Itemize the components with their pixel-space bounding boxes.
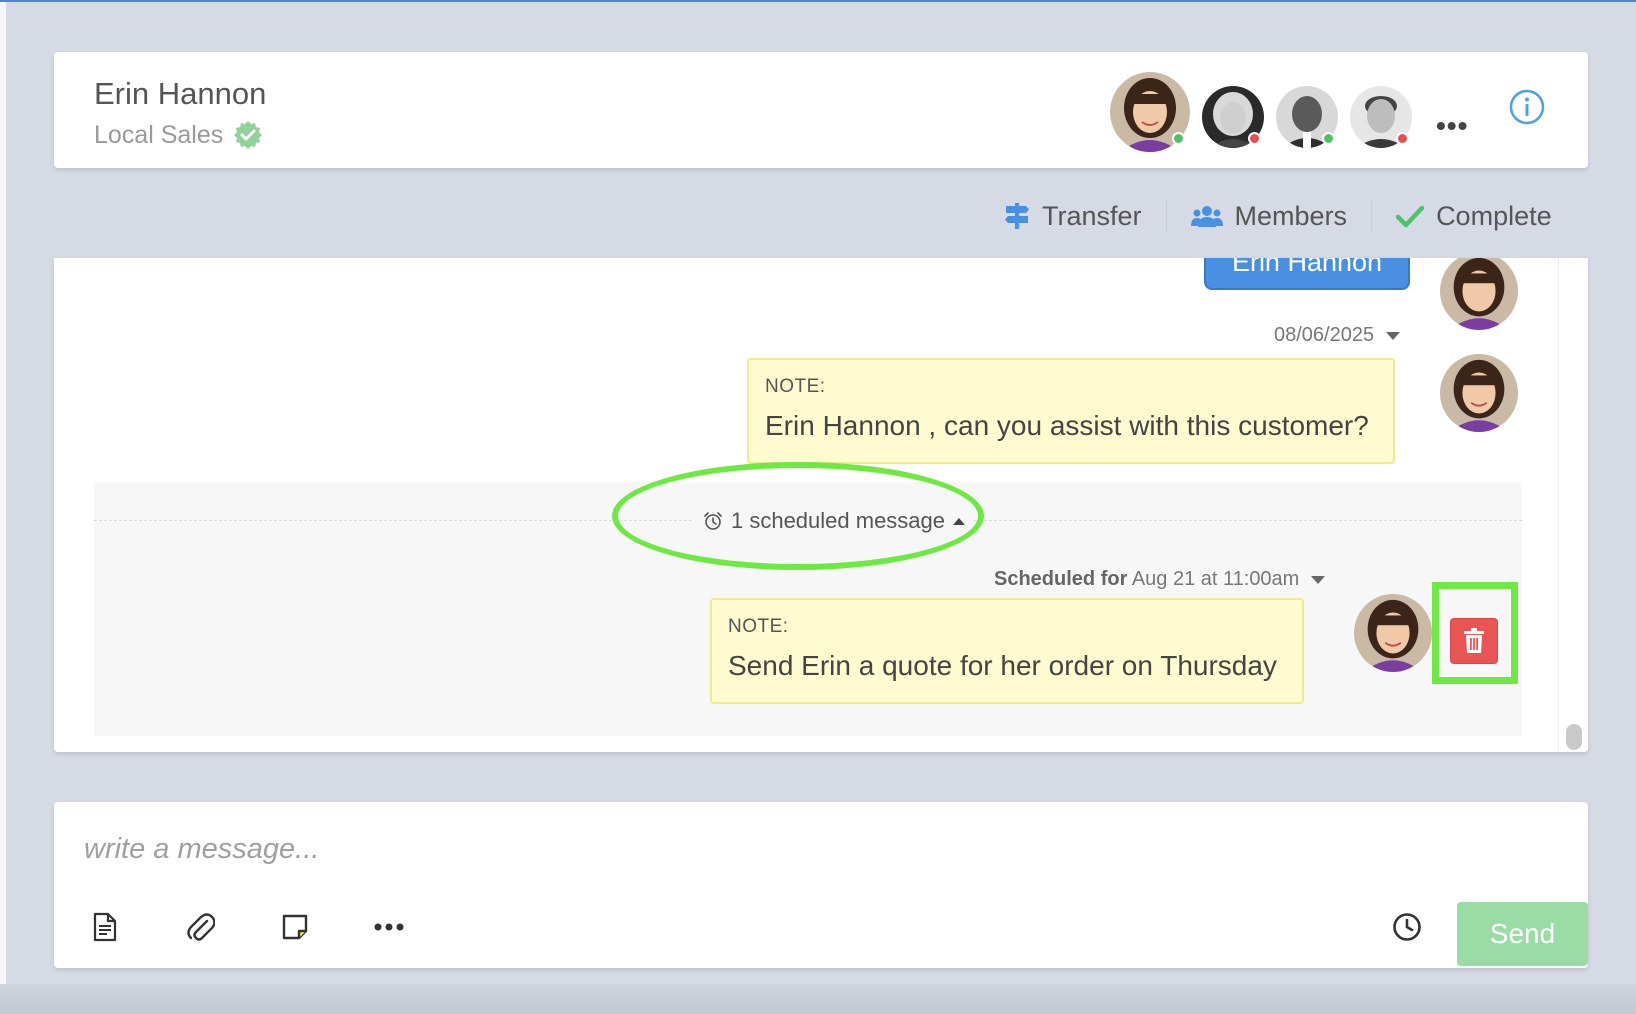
paperclip-icon xyxy=(187,913,215,941)
checkmark-icon xyxy=(1396,205,1425,228)
members-label: Members xyxy=(1234,200,1348,231)
clock-icon xyxy=(1393,913,1421,941)
status-online-indicator xyxy=(1322,132,1335,145)
message-thread: Erin Hannon 08/06/2025 NOTE: Erin Hannon… xyxy=(54,258,1588,752)
message-date-text: 08/06/2025 xyxy=(1274,324,1375,346)
note-text: Send Erin a quote for her order on Thurs… xyxy=(728,650,1277,681)
note-label: NOTE: xyxy=(728,616,789,637)
scheduled-note-message: NOTE: Send Erin a quote for her order on… xyxy=(710,598,1304,704)
more-members-button[interactable]: ••• xyxy=(1436,110,1468,142)
schedule-button[interactable] xyxy=(1390,910,1424,944)
scheduled-prefix: Scheduled for xyxy=(994,568,1128,590)
chevron-down-icon xyxy=(1386,331,1401,340)
avatar-member-3[interactable] xyxy=(1276,86,1338,148)
note-button[interactable] xyxy=(278,910,312,944)
sticky-note-icon xyxy=(282,914,308,940)
contact-group-label: Local Sales xyxy=(94,120,224,149)
scheduled-time-text: Scheduled for Aug 21 at 11:00am xyxy=(994,568,1299,591)
sender-avatar xyxy=(1440,258,1518,330)
scrollbar-thumb[interactable] xyxy=(1566,724,1582,750)
send-button[interactable]: Send xyxy=(1457,902,1588,966)
transfer-button[interactable]: Transfer xyxy=(980,201,1166,232)
verified-badge-icon xyxy=(234,121,263,149)
contact-name: Erin Hannon xyxy=(94,76,267,111)
avatar xyxy=(1440,354,1518,432)
note-message: NOTE: Erin Hannon , can you assist with … xyxy=(747,358,1395,464)
complete-button[interactable]: Complete xyxy=(1372,201,1576,232)
annotation-highlight-ellipse xyxy=(612,462,984,570)
conversation-actions: Transfer Members Complete xyxy=(980,196,1576,236)
avatar xyxy=(1440,258,1518,330)
status-offline-indicator xyxy=(1248,132,1261,145)
window-bottom-area xyxy=(0,984,1636,1014)
more-options-button[interactable] xyxy=(372,910,406,944)
scrollbar[interactable] xyxy=(1558,258,1588,752)
note-label: NOTE: xyxy=(765,376,826,397)
sender-avatar xyxy=(1354,594,1432,672)
transfer-label: Transfer xyxy=(1042,200,1142,231)
contact-group: Local Sales xyxy=(94,120,263,150)
signpost-icon xyxy=(1005,203,1029,229)
message-date[interactable]: 08/06/2025 xyxy=(1274,324,1401,347)
conversation-header: Erin Hannon Local Sales ••• xyxy=(54,52,1588,168)
message-composer: Send xyxy=(54,802,1588,968)
status-online-indicator xyxy=(1172,132,1185,145)
attach-button[interactable] xyxy=(184,910,218,944)
status-offline-indicator xyxy=(1396,132,1409,145)
avatar-member-1[interactable] xyxy=(1110,72,1190,152)
scheduled-datetime: Aug 21 at 11:00am xyxy=(1131,568,1300,590)
annotation-highlight-box xyxy=(1432,582,1518,684)
users-icon xyxy=(1190,206,1223,227)
scheduled-time[interactable]: Scheduled for Aug 21 at 11:00am xyxy=(994,568,1326,591)
avatar xyxy=(1354,594,1432,672)
complete-label: Complete xyxy=(1436,200,1552,231)
sender-avatar xyxy=(1440,354,1518,432)
note-text: Erin Hannon , can you assist with this c… xyxy=(765,410,1369,441)
previous-message-bubble: Erin Hannon xyxy=(1204,258,1410,290)
chevron-down-icon xyxy=(1311,575,1326,584)
window-top-border xyxy=(0,0,1636,2)
document-icon xyxy=(93,912,117,942)
left-edge-panel xyxy=(0,2,6,1014)
info-icon[interactable] xyxy=(1508,88,1546,126)
avatar-member-4[interactable] xyxy=(1350,86,1412,148)
members-button[interactable]: Members xyxy=(1167,201,1372,232)
avatar-member-2[interactable] xyxy=(1202,86,1264,148)
message-input[interactable] xyxy=(84,826,1284,872)
template-button[interactable] xyxy=(88,910,122,944)
ellipsis-icon xyxy=(374,923,404,931)
